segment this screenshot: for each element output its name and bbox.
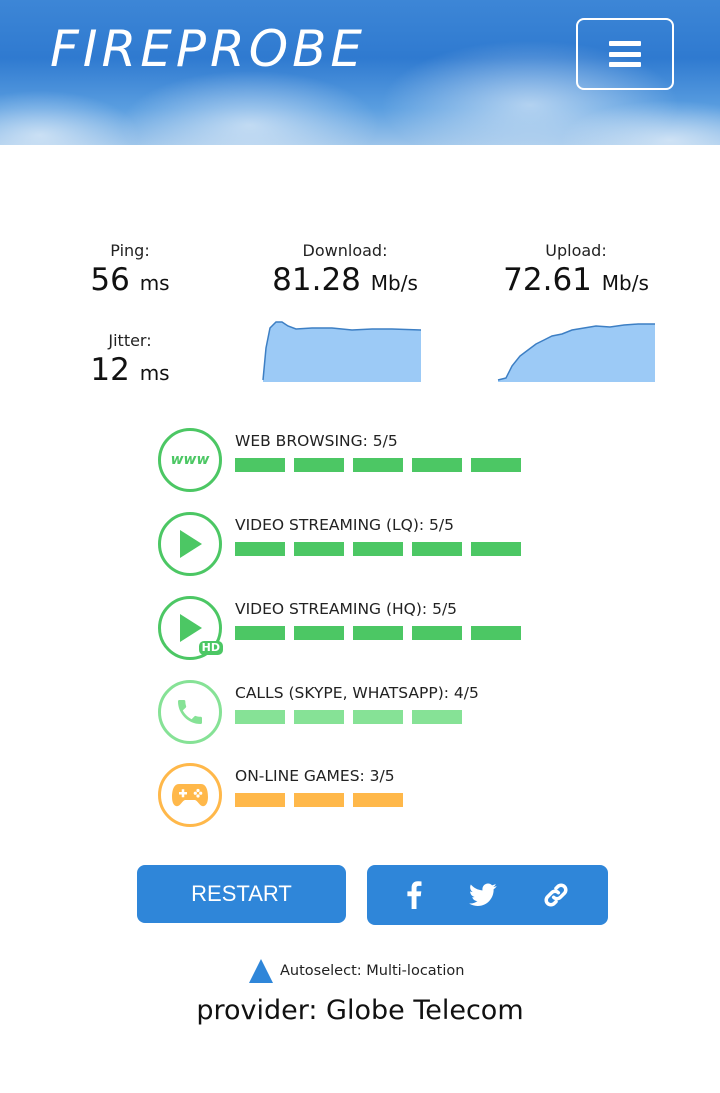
rating-bars <box>235 542 521 556</box>
rating-bar-segment <box>471 626 521 640</box>
rating-bar-segment <box>353 626 403 640</box>
upload-label: Upload: <box>545 241 607 260</box>
rating-bar-segment <box>235 710 285 724</box>
ping-value: 56 ms <box>90 262 170 298</box>
rating-bars <box>235 710 462 724</box>
rating-bar-segment <box>294 793 344 807</box>
provider-text: provider: Globe Telecom <box>196 995 524 1026</box>
upload-speed-graph <box>497 323 655 382</box>
rating-bars <box>235 626 521 640</box>
rating-bar-segment <box>235 542 285 556</box>
play-hd-icon: HD <box>158 596 223 660</box>
rating-bar-segment <box>353 793 403 807</box>
rating-title: WEB BROWSING: 5/5 <box>235 432 398 450</box>
rating-title: CALLS (SKYPE, WHATSAPP): 4/5 <box>235 684 479 702</box>
rating-bar-segment <box>412 542 462 556</box>
rating-bar-segment <box>235 793 285 807</box>
rating-bar-segment <box>353 542 403 556</box>
menu-button[interactable] <box>576 18 674 90</box>
rating-bar-segment <box>412 626 462 640</box>
link-icon[interactable] <box>541 880 571 910</box>
phone-icon <box>158 680 222 744</box>
rating-bar-segment <box>294 458 344 472</box>
www-icon: www <box>158 428 222 492</box>
jitter-label: Jitter: <box>108 331 152 350</box>
download-value: 81.28 Mb/s <box>272 262 418 298</box>
rating-bar-segment <box>353 710 403 724</box>
rating-bar-segment <box>471 458 521 472</box>
hamburger-menu-icon <box>609 41 641 67</box>
rating-web-browsing: www WEB BROWSING: 5/5 <box>158 428 578 494</box>
rating-bar-segment <box>235 458 285 472</box>
rating-bar-segment <box>294 542 344 556</box>
rating-bar-segment <box>294 710 344 724</box>
rating-bar-segment <box>412 710 462 724</box>
rating-bars <box>235 793 403 807</box>
restart-button[interactable]: RESTART <box>137 865 346 923</box>
server-triangle-icon <box>249 959 273 983</box>
server-text: Autoselect: Multi-location <box>280 963 465 979</box>
rating-title: VIDEO STREAMING (HQ): 5/5 <box>235 600 458 618</box>
share-buttons <box>367 865 608 925</box>
rating-title: VIDEO STREAMING (LQ): 5/5 <box>235 516 455 534</box>
rating-bar-segment <box>412 458 462 472</box>
gamepad-icon <box>158 763 222 827</box>
download-label: Download: <box>302 241 388 260</box>
header-banner: FIREPROBE <box>0 0 720 145</box>
app-logo: FIREPROBE <box>50 20 366 78</box>
rating-bar-segment <box>294 626 344 640</box>
rating-online-games: ON-LINE GAMES: 3/5 <box>158 763 578 829</box>
rating-bar-segment <box>353 458 403 472</box>
rating-bar-segment <box>471 542 521 556</box>
rating-bars <box>235 458 521 472</box>
facebook-icon[interactable] <box>399 880 429 910</box>
rating-bar-segment <box>235 626 285 640</box>
rating-video-streaming-hq: HD VIDEO STREAMING (HQ): 5/5 <box>158 596 578 662</box>
twitter-icon[interactable] <box>468 880 498 910</box>
upload-value: 72.61 Mb/s <box>503 262 649 298</box>
server-selector[interactable]: Autoselect: Multi-location <box>248 958 464 984</box>
rating-video-streaming-lq: VIDEO STREAMING (LQ): 5/5 <box>158 512 578 578</box>
ping-label: Ping: <box>110 241 150 260</box>
hd-badge: HD <box>198 641 223 655</box>
rating-calls: CALLS (SKYPE, WHATSAPP): 4/5 <box>158 680 578 746</box>
download-speed-graph <box>262 321 422 382</box>
rating-title: ON-LINE GAMES: 3/5 <box>235 767 395 785</box>
jitter-value: 12 ms <box>90 352 170 388</box>
play-icon <box>158 512 222 576</box>
